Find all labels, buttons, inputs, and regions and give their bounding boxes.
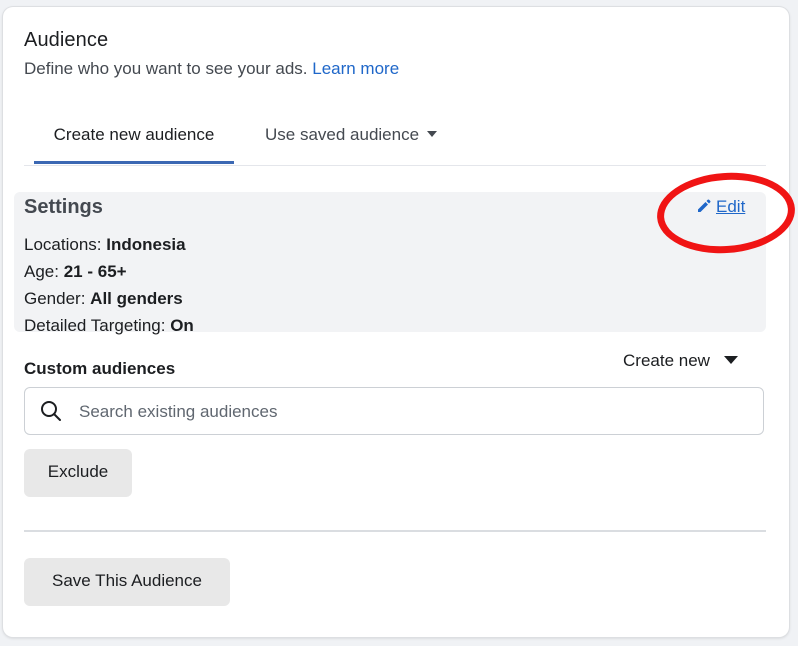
row-value: 21 - 65+ [63, 262, 127, 281]
search-audiences-field[interactable] [24, 387, 764, 435]
section-title: Audience [24, 29, 109, 51]
tab-label: Create new audience [53, 125, 215, 144]
tab-use-saved-audience[interactable]: Use saved audience [265, 115, 438, 163]
subtitle-text: Define who you want to see your ads. [24, 59, 308, 78]
settings-summary: Settings Edit Locations: Indonesia Age: … [14, 192, 766, 335]
exclude-button[interactable]: Exclude [24, 449, 132, 497]
row-value: On [170, 316, 194, 335]
audience-tabs: Create new audience Use saved audience [24, 115, 766, 166]
search-input[interactable] [77, 396, 731, 428]
row-label: Detailed Targeting: [24, 316, 166, 335]
tab-label: Use saved audience [265, 125, 420, 144]
audience-card: Audience Define who you want to see your… [3, 7, 798, 637]
settings-row-age: Age: 21 - 65+ [24, 262, 127, 282]
save-audience-button[interactable]: Save This Audience [24, 558, 230, 606]
learn-more-link[interactable]: Learn more [312, 59, 399, 78]
row-label: Age: [24, 262, 59, 281]
row-label: Gender: [24, 289, 86, 308]
create-new-label: Create new [623, 351, 710, 370]
section-subtitle: Define who you want to see your ads. Lea… [24, 59, 399, 79]
caret-down-icon [723, 355, 738, 364]
search-icon [40, 400, 62, 427]
tab-create-new-audience[interactable]: Create new audience [34, 115, 234, 164]
row-value: All genders [90, 289, 183, 308]
settings-row-detailed-targeting: Detailed Targeting: On [24, 316, 194, 336]
settings-row-locations: Locations: Indonesia [24, 235, 186, 255]
custom-audiences-label: Custom audiences [24, 359, 176, 378]
caret-down-icon [427, 130, 438, 137]
divider [24, 530, 766, 532]
row-label: Locations: [24, 235, 102, 254]
row-value: Indonesia [106, 235, 186, 254]
settings-row-gender: Gender: All genders [24, 289, 183, 309]
settings-title: Settings [24, 196, 103, 218]
create-new-dropdown[interactable]: Create new [623, 351, 738, 371]
